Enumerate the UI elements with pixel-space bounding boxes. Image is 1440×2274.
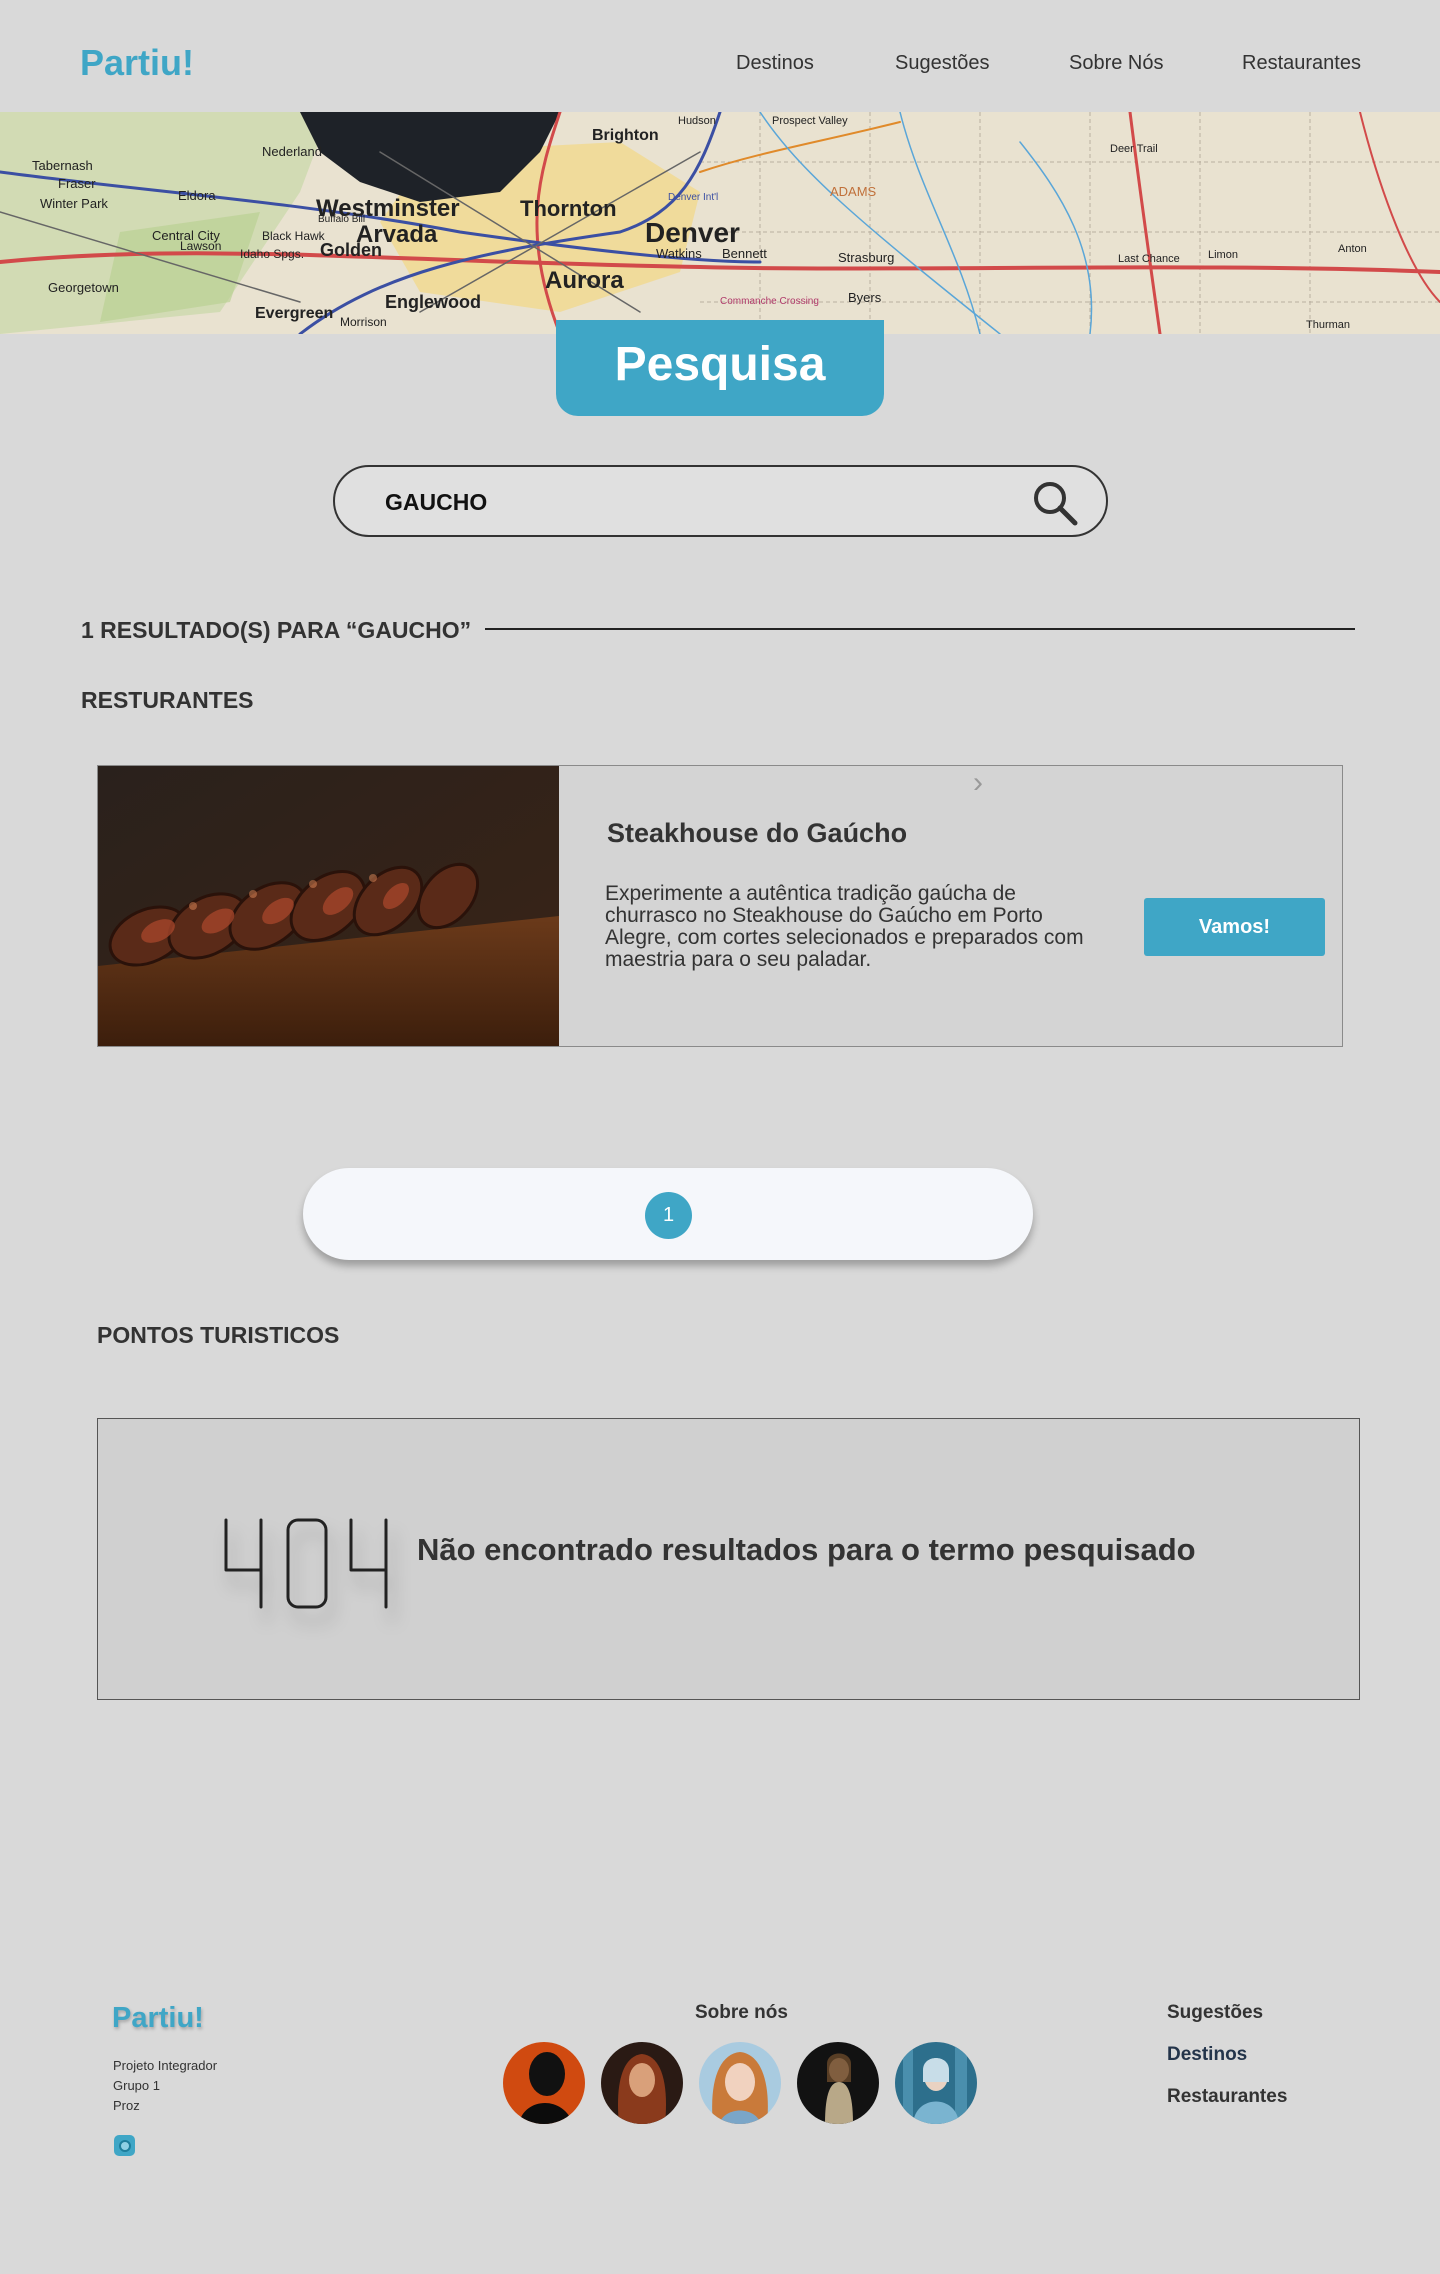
map-label-brighton: Brighton bbox=[592, 127, 659, 144]
nav-restaurantes[interactable]: Restaurantes bbox=[1242, 52, 1361, 75]
map-label-idaho-springs: Idaho Spgs. bbox=[240, 247, 304, 261]
map-label-golden: Golden bbox=[320, 240, 382, 260]
avatar[interactable] bbox=[601, 2042, 683, 2124]
steak-photo bbox=[98, 766, 559, 1046]
map-label-black-hawk: Black Hawk bbox=[262, 229, 326, 243]
nav-sobre-nos[interactable]: Sobre Nós bbox=[1069, 52, 1164, 75]
avatar[interactable] bbox=[503, 2042, 585, 2124]
map-label-last-chance: Last Chance bbox=[1118, 253, 1180, 265]
pesquisa-title: Pesquisa bbox=[556, 320, 884, 416]
map-label-denver: Denver bbox=[645, 217, 740, 248]
footer-link-sugestoes[interactable]: Sugestões bbox=[1167, 2002, 1263, 2024]
map-label-tabernash: Tabernash bbox=[32, 158, 93, 173]
results-count-title: 1 RESULTADO(S) PARA “GAUCHO” bbox=[81, 617, 472, 643]
nav-sugestoes[interactable]: Sugestões bbox=[895, 52, 990, 75]
map-label-bennett: Bennett bbox=[722, 246, 767, 261]
map-label-aurora: Aurora bbox=[545, 267, 624, 294]
map-label-thornton: Thornton bbox=[520, 196, 617, 221]
nav-destinos[interactable]: Destinos bbox=[736, 52, 814, 75]
not-found-box: Não encontrado resultados para o termo p… bbox=[97, 1418, 1360, 1700]
footer-group: Grupo 1 bbox=[113, 2078, 160, 2093]
map-image: Westminster Thornton Denver Arvada Auror… bbox=[0, 112, 1440, 334]
search-bar bbox=[333, 465, 1108, 537]
map-label-prospect-valley: Prospect Valley bbox=[772, 115, 848, 127]
footer-link-destinos[interactable]: Destinos bbox=[1167, 2044, 1247, 2066]
map-label-byers: Byers bbox=[848, 290, 882, 305]
map-label-thurman: Thurman bbox=[1306, 319, 1350, 331]
map-label-hudson: Hudson bbox=[678, 115, 716, 127]
map-label-watkins: Watkins bbox=[656, 246, 702, 261]
search-icon[interactable] bbox=[1032, 480, 1078, 526]
map-label-eldora: Eldora bbox=[178, 188, 216, 203]
footer-about-title: Sobre nós bbox=[695, 2002, 788, 2023]
map-banner: Westminster Thornton Denver Arvada Auror… bbox=[0, 112, 1440, 334]
map-label-commanche-crossing: Commanche Crossing bbox=[720, 296, 819, 307]
page-button-1[interactable]: 1 bbox=[645, 1192, 692, 1239]
map-label-georgetown: Georgetown bbox=[48, 280, 119, 295]
map-label-adams: ADAMS bbox=[830, 184, 877, 199]
not-found-message: Não encontrado resultados para o termo p… bbox=[417, 1532, 1196, 1567]
restaurant-description: Experimente a autêntica tradição gaúcha … bbox=[605, 882, 1084, 971]
avatar[interactable] bbox=[699, 2042, 781, 2124]
avatar[interactable] bbox=[797, 2042, 879, 2124]
avatar[interactable] bbox=[895, 2042, 977, 2124]
map-label-strasburg: Strasburg bbox=[838, 250, 894, 265]
map-label-limon: Limon bbox=[1208, 249, 1238, 261]
site-logo[interactable]: Partiu! bbox=[80, 42, 194, 84]
map-label-lawson: Lawson bbox=[180, 239, 221, 253]
map-label-deer-trail: Deer Trail bbox=[1110, 143, 1158, 155]
map-label-morrison: Morrison bbox=[340, 315, 387, 329]
restaurant-card: › Steakhouse do Gaúcho Experimente a aut… bbox=[97, 765, 1343, 1047]
footer-project: Projeto Integrador bbox=[113, 2058, 218, 2073]
divider bbox=[485, 628, 1355, 630]
map-label-anton: Anton bbox=[1338, 243, 1367, 255]
map-label-fraser: Fraser bbox=[58, 176, 96, 191]
footer-link-restaurantes[interactable]: Restaurantes bbox=[1167, 2086, 1287, 2108]
search-input[interactable] bbox=[385, 485, 945, 519]
map-label-winter-park: Winter Park bbox=[40, 196, 108, 211]
vamos-button[interactable]: Vamos! bbox=[1144, 898, 1325, 956]
map-label-buffalo-bill: Buffalo Bill bbox=[318, 214, 365, 225]
instagram-icon[interactable] bbox=[114, 2135, 135, 2156]
map-label-airport: Denver Int'l bbox=[668, 192, 718, 203]
chevron-right-icon[interactable]: › bbox=[973, 766, 983, 800]
footer-logo[interactable]: Partiu! bbox=[112, 2002, 204, 2035]
site-header: Partiu! Destinos Sugestões Sobre Nós Res… bbox=[0, 0, 1440, 112]
tourist-points-heading: PONTOS TURISTICOS bbox=[97, 1322, 340, 1348]
pagination: 1 bbox=[303, 1168, 1033, 1260]
map-label-englewood: Englewood bbox=[385, 292, 481, 312]
404-graphic bbox=[224, 1518, 388, 1609]
restaurant-title: Steakhouse do Gaúcho bbox=[607, 818, 908, 848]
restaurants-heading: RESTURANTES bbox=[81, 687, 254, 713]
footer-proz: Proz bbox=[113, 2098, 140, 2113]
map-label-evergreen: Evergreen bbox=[255, 305, 333, 322]
map-label-nederland: Nederland bbox=[262, 144, 322, 159]
